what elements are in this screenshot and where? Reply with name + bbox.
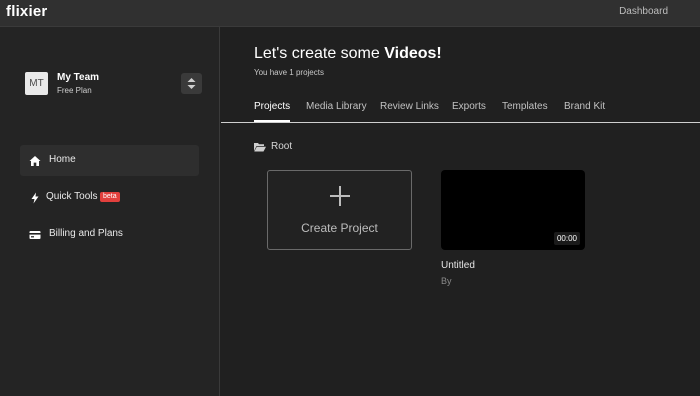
team-switcher-button[interactable] (181, 73, 202, 94)
page-title-emphasis: Videos! (384, 45, 442, 62)
app-logo[interactable]: flixier (6, 3, 47, 20)
breadcrumb-label: Root (271, 141, 293, 152)
sidebar-item-home[interactable]: Home (20, 145, 199, 176)
main-content: Let's create some Videos! You have 1 pro… (221, 27, 700, 396)
bolt-icon (31, 192, 39, 204)
top-bar: flixier Dashboard (0, 0, 700, 27)
project-count: You have 1 projects (254, 68, 324, 77)
sidebar: MT My Team Free Plan Home Quick Tools be… (0, 27, 220, 396)
page-title-prefix: Let's create some (254, 45, 385, 62)
tab-projects[interactable]: Projects (254, 101, 290, 112)
tab-exports[interactable]: Exports (452, 101, 486, 112)
beta-badge: beta (100, 192, 120, 202)
active-tab-indicator (254, 120, 290, 122)
sidebar-item-label: Quick Tools (46, 191, 98, 202)
project-author: By (441, 276, 452, 286)
tab-review-links[interactable]: Review Links (380, 101, 439, 112)
duration-badge: 00:00 (553, 232, 580, 245)
create-project-label: Create Project (301, 221, 378, 235)
team-avatar: MT (25, 72, 48, 95)
sidebar-item-label: Home (49, 154, 76, 165)
sort-icon (187, 78, 196, 89)
team-name: My Team (57, 72, 100, 83)
plus-icon (330, 186, 350, 206)
project-title[interactable]: Untitled (441, 260, 475, 271)
credit-card-icon (29, 231, 41, 239)
page-title: Let's create some Videos! (254, 45, 442, 63)
tab-bar: Projects Media Library Review Links Expo… (221, 95, 700, 123)
tab-templates[interactable]: Templates (502, 101, 548, 112)
sidebar-item-billing[interactable]: Billing and Plans (20, 219, 199, 250)
create-project-card[interactable]: Create Project (267, 170, 412, 250)
project-thumbnail[interactable]: 00:00 (441, 170, 585, 250)
home-icon (29, 156, 41, 166)
sidebar-item-quick-tools[interactable]: Quick Tools beta (20, 182, 199, 213)
team-plan: Free Plan (57, 86, 92, 95)
tab-media-library[interactable]: Media Library (306, 101, 367, 112)
dashboard-link[interactable]: Dashboard (619, 6, 668, 17)
tab-brand-kit[interactable]: Brand Kit (564, 101, 605, 112)
sidebar-item-label: Billing and Plans (49, 228, 123, 239)
folder-open-icon (254, 143, 266, 152)
